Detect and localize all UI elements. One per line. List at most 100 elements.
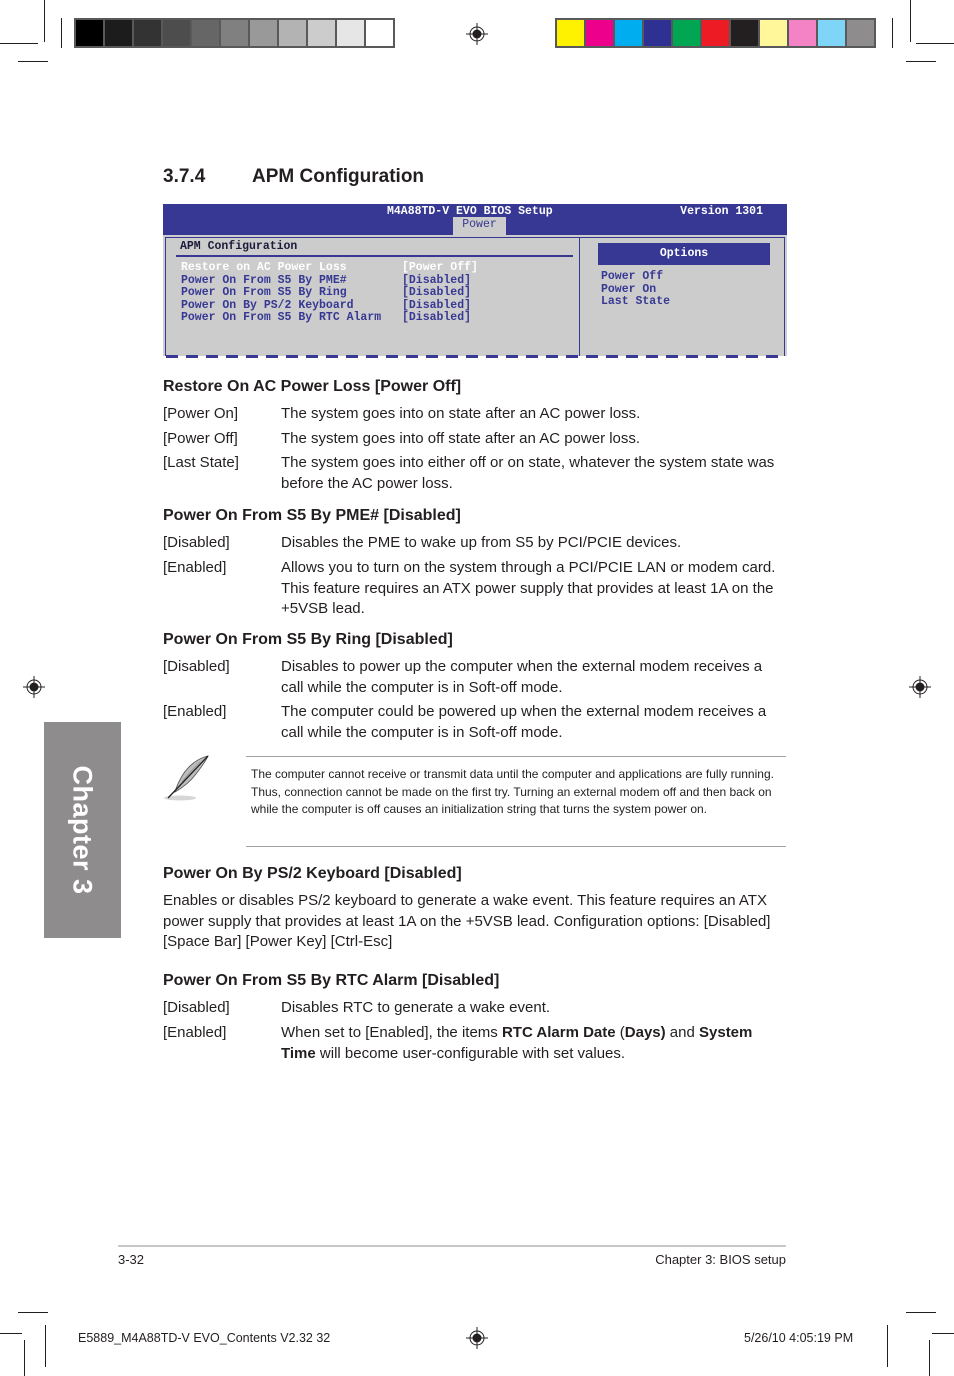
page-number: 3-32 (118, 1252, 145, 1267)
option-key: [Power On] (163, 405, 239, 422)
divider (176, 255, 573, 257)
color-swatch (221, 20, 248, 46)
option-key: [Power Off] (163, 430, 238, 447)
crop-mark (929, 1340, 930, 1376)
bios-screenshot: M4A88TD-V EVO BIOS Setup Version 1301 Po… (163, 204, 787, 358)
print-slug-date: 5/26/10 4:05:19 PM (744, 1331, 854, 1345)
bios-setting-value: [Disabled] (402, 311, 472, 324)
color-swatch (250, 20, 277, 46)
color-swatch (702, 20, 729, 46)
option-key: [Last State] (163, 454, 239, 471)
color-swatch (105, 20, 132, 46)
color-swatch (337, 20, 364, 46)
bios-help-panel: Options Power Off Power On Last State (580, 238, 785, 356)
crop-mark (906, 61, 936, 62)
color-swatch (557, 20, 584, 46)
subheading-ring: Power On From S5 By Ring [Disabled] (163, 631, 453, 648)
crop-mark (0, 1333, 22, 1334)
bold-term: Days) (624, 1024, 666, 1041)
option-description: The system goes into off state after an … (281, 430, 641, 447)
option-description: Allows you to turn on the system through… (281, 559, 776, 617)
color-calibration-bar (555, 18, 876, 48)
bios-setting-row[interactable]: Restore on AC Power Loss [Power Off] (181, 261, 478, 275)
color-swatch (673, 20, 700, 46)
note-top-rule (246, 756, 786, 757)
option-description: The computer could be powered up when th… (281, 703, 767, 741)
crop-mark (932, 1333, 954, 1334)
color-swatch (789, 20, 816, 46)
bios-setting-row[interactable]: Power On From S5 By RTC Alarm [Disabled] (181, 311, 478, 325)
color-swatch (586, 20, 613, 46)
option-key: [Enabled] (163, 559, 227, 576)
text-run: and (665, 1024, 699, 1041)
section-title: APM Configuration (252, 166, 425, 187)
option-key: [Enabled] (163, 703, 227, 720)
definition-row: [Power On] The system goes into on state… (163, 404, 787, 425)
option-description: Disables to power up the computer when t… (281, 658, 763, 696)
color-swatch (731, 20, 758, 46)
option-description: The system goes into either off or on st… (281, 454, 775, 492)
crop-mark (44, 0, 45, 42)
registration-mark-icon (23, 676, 45, 698)
bios-setting-label: Restore on AC Power Loss (181, 261, 347, 274)
crop-mark (916, 43, 954, 44)
color-swatch (308, 20, 335, 46)
print-slug-file: E5889_M4A88TD-V EVO_Contents V2.32 32 (78, 1331, 331, 1345)
options-list: Power Off Power On Last State (601, 270, 670, 309)
note-text: The computer cannot receive or transmit … (251, 767, 774, 817)
crop-mark (910, 0, 911, 42)
definition-row: [Enabled] Allows you to turn on the syst… (163, 558, 787, 620)
color-swatch (366, 20, 393, 46)
paragraph: Enables or disables PS/2 keyboard to gen… (163, 892, 771, 950)
definition-row: [Enabled] When set to [Enabled], the ite… (163, 1023, 787, 1064)
color-swatch (818, 20, 845, 46)
option-description: When set to [Enabled], the items RTC Ala… (281, 1023, 787, 1064)
color-swatch (76, 20, 103, 46)
registration-mark-icon (909, 676, 931, 698)
color-swatch (279, 20, 306, 46)
chapter-tab-label: Chapter 3 (67, 765, 98, 895)
definition-row: [Last State] The system goes into either… (163, 453, 787, 494)
grayscale-calibration-bar (74, 18, 395, 48)
option-description: Disables the PME to wake up from S5 by P… (281, 534, 682, 551)
text-run: ( (615, 1024, 625, 1041)
section-number: 3.7.4 (163, 166, 206, 187)
color-swatch (615, 20, 642, 46)
bios-setting-value: [Power Off] (402, 261, 478, 274)
crop-mark (887, 1325, 888, 1367)
option-key: [Disabled] (163, 534, 230, 551)
color-swatch (760, 20, 787, 46)
text-run: will become user-configurable with set v… (315, 1044, 626, 1062)
crop-mark (906, 1312, 936, 1313)
bold-term: RTC Alarm Date (501, 1024, 616, 1041)
crop-mark (24, 1340, 25, 1376)
option-item[interactable]: Last State (601, 295, 670, 309)
bios-section-label: APM Configuration (180, 240, 298, 253)
definition-row: [Power Off] The system goes into off sta… (163, 429, 787, 450)
definition-row: [Disabled] Disables to power up the comp… (163, 657, 787, 698)
crop-mark (0, 43, 38, 44)
bios-header-bar: M4A88TD-V EVO BIOS Setup Version 1301 Po… (163, 204, 787, 235)
text-run: When set to [Enabled], the items (281, 1024, 502, 1041)
bios-tab-power[interactable]: Power (453, 217, 506, 235)
footer-chapter-title: Chapter 3: BIOS setup (655, 1252, 786, 1267)
bios-setting-row[interactable]: Power On From S5 By Ring [Disabled] (181, 286, 478, 300)
crop-mark (18, 61, 48, 62)
registration-mark-icon (466, 1327, 488, 1349)
option-key: [Disabled] (163, 999, 230, 1016)
color-swatch (134, 20, 161, 46)
footer-rule (118, 1245, 786, 1247)
bios-settings-panel: APM Configuration Restore on AC Power Lo… (166, 238, 580, 356)
option-key: [Enabled] (163, 1024, 227, 1041)
crop-mark (892, 18, 893, 48)
definition-row: [Disabled] Disables the PME to wake up f… (163, 533, 787, 554)
bios-setting-label: Power On From S5 By RTC Alarm (181, 311, 382, 324)
option-item[interactable]: Power Off (601, 270, 670, 284)
subheading-ps2-keyboard: Power On By PS/2 Keyboard [Disabled] (163, 865, 462, 882)
crop-mark (45, 1325, 46, 1367)
crop-mark (18, 1312, 48, 1313)
options-header: Options (598, 243, 770, 265)
definition-row: [Disabled] Disables RTC to generate a wa… (163, 998, 787, 1019)
color-swatch (847, 20, 874, 46)
bios-setting-label: Power On From S5 By Ring (181, 286, 347, 299)
